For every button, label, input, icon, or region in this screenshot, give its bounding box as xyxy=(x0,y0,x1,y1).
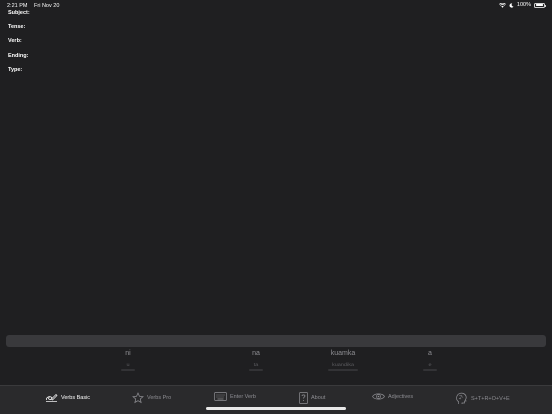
picker-faded-row xyxy=(423,369,437,371)
status-right: 100% xyxy=(498,2,546,8)
verb-picker-column[interactable]: kuamka kuandika xyxy=(328,347,358,371)
subject-picker-column[interactable]: ni u xyxy=(121,347,135,371)
picker-faded-row xyxy=(121,369,135,371)
tab-strove-label: S+T+R+O+V+E xyxy=(471,395,510,402)
subject-label: Subject: xyxy=(8,10,30,16)
tab-verbs-pro-label: Verbs Pro xyxy=(147,395,172,401)
picker-selection-bar xyxy=(6,335,546,347)
picker-selected-value: ni xyxy=(125,350,131,357)
status-left: 2:21 PM Fri Nov 20 xyxy=(7,3,64,9)
keyboard-icon xyxy=(214,392,227,401)
battery-percent: 100% xyxy=(516,2,531,8)
verb-label: Verb: xyxy=(8,38,22,44)
tab-adjectives[interactable]: Adjectives xyxy=(372,392,413,401)
moon-icon xyxy=(509,2,514,8)
wifi-icon xyxy=(498,2,506,8)
ending-label: Ending: xyxy=(8,53,29,59)
word-picker[interactable]: ni u na ta kuamka kuandika a e xyxy=(0,347,552,377)
picker-next-value: kuandika xyxy=(331,362,355,368)
type-label: Type: xyxy=(8,67,23,73)
tab-adjectives-label: Adjectives xyxy=(388,393,414,400)
tab-about-label: About xyxy=(311,395,326,401)
tab-strove[interactable]: S+T+R+O+V+E xyxy=(455,392,510,405)
tab-enter-verb-label: Enter Verb xyxy=(230,393,256,400)
ending-picker-column[interactable]: a e xyxy=(423,347,437,371)
status-date: Fri Nov 20 xyxy=(34,3,60,9)
star-icon xyxy=(132,392,144,404)
status-time: 2:21 PM xyxy=(7,3,28,9)
tab-enter-verb[interactable]: Enter Verb xyxy=(214,392,256,401)
picker-selected-value: kuamka xyxy=(330,350,356,357)
battery-icon xyxy=(534,2,546,8)
battery-fill xyxy=(535,4,544,6)
tab-about[interactable]: About xyxy=(299,392,325,404)
picker-selected-value: a xyxy=(428,350,432,357)
picker-next-value: e xyxy=(428,362,432,368)
question-icon xyxy=(299,392,308,404)
picker-faded-row xyxy=(249,369,263,371)
picker-next-value: ta xyxy=(253,362,259,368)
verbs-basic-icon xyxy=(46,394,58,402)
app-screen: 2:21 PM Fri Nov 20 100% Subject: Tense: … xyxy=(0,0,552,414)
tab-verbs-basic[interactable]: Verbs Basic xyxy=(45,392,90,403)
tense-picker-column[interactable]: na ta xyxy=(249,347,263,371)
status-bar: 2:21 PM Fri Nov 20 100% xyxy=(0,0,552,11)
picker-faded-row xyxy=(328,369,358,371)
picker-next-value: u xyxy=(126,362,130,368)
eye-icon xyxy=(372,393,385,400)
brain-icon xyxy=(456,392,467,404)
picker-selected-value: na xyxy=(252,350,260,357)
tense-label: Tense: xyxy=(8,24,26,30)
home-indicator[interactable] xyxy=(206,407,346,410)
tab-verbs-basic-label: Verbs Basic xyxy=(61,394,91,401)
tab-verbs-pro[interactable]: Verbs Pro xyxy=(132,392,171,404)
